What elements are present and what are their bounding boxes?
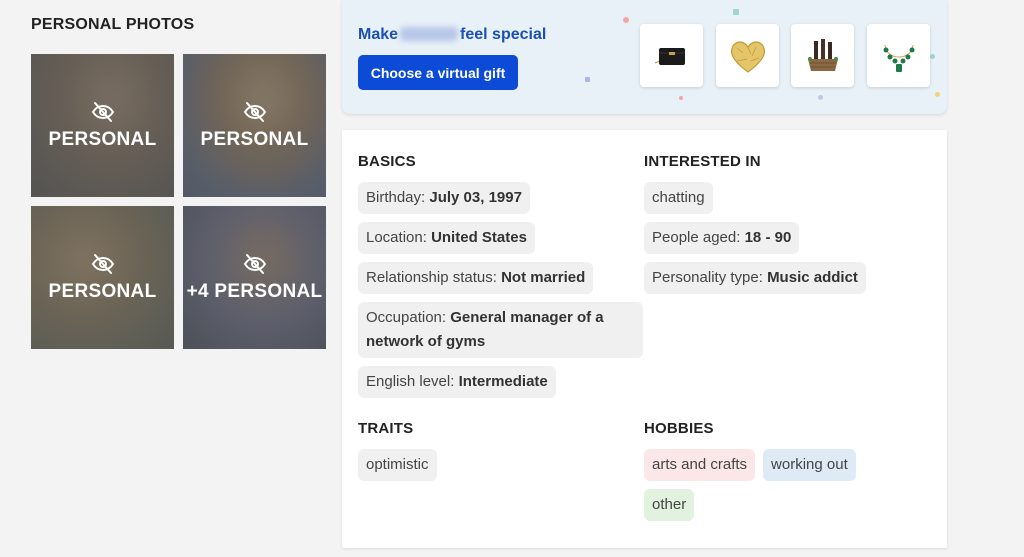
personal-photo-more[interactable]: +4 PERSONAL [183, 206, 326, 349]
virtual-gift-banner: Make feel special Choose a virtual gift [342, 0, 947, 114]
confetti-dot [585, 77, 590, 82]
personal-photo-label: +4 PERSONAL [186, 280, 323, 302]
personal-photo-label: PERSONAL [200, 128, 309, 150]
confetti-dot [623, 17, 629, 23]
hobbies-section: HOBBIES arts and crafts working out othe… [644, 420, 929, 521]
basics-location: Location: United States [358, 222, 535, 254]
emerald-necklace-icon [883, 44, 914, 72]
profile-info-card: BASICS Birthday: July 03, 1997 Location:… [342, 130, 947, 548]
interested-in-title: INTERESTED IN [644, 153, 761, 170]
personal-photo-label: PERSONAL [48, 280, 157, 302]
gift-emerald-necklace[interactable] [867, 24, 930, 87]
gift-golden-heart[interactable] [716, 24, 779, 87]
confetti-dot [930, 54, 935, 59]
hobby-chip: other [644, 489, 695, 521]
golden-heart-icon [730, 40, 765, 73]
gift-heading-end: feel special [460, 26, 547, 43]
confetti-dot [733, 9, 739, 15]
hobbies-title: HOBBIES [644, 420, 714, 437]
gift-handbag[interactable] [640, 24, 703, 87]
personal-photo-label: PERSONAL [48, 128, 157, 150]
basics-birthday: Birthday: July 03, 1997 [358, 182, 530, 214]
confetti-dot [679, 96, 683, 100]
traits-title: TRAITS [358, 420, 414, 437]
traits-section: TRAITS optimistic [358, 420, 643, 481]
eye-slash-icon [243, 253, 266, 274]
interest-personality-type: Personality type: Music addict [644, 262, 866, 294]
personal-photo-2[interactable]: PERSONAL [183, 54, 326, 197]
gift-heading-start: Make [358, 26, 399, 43]
basics-english-level: English level: Intermediate [358, 366, 556, 398]
eye-slash-icon [243, 101, 266, 122]
confetti-dot [935, 92, 940, 97]
choose-virtual-gift-button[interactable]: Choose a virtual gift [358, 55, 518, 90]
gift-heading: Make feel special [358, 26, 546, 44]
trait-chip: optimistic [358, 449, 437, 481]
interest-people-aged: People aged: 18 - 90 [644, 222, 800, 254]
eye-slash-icon [91, 101, 114, 122]
gift-wine-basket[interactable] [791, 24, 854, 87]
interest-chatting: chatting [644, 182, 713, 214]
personal-photo-3[interactable]: PERSONAL [31, 206, 174, 349]
basics-title: BASICS [358, 153, 416, 170]
interested-in-section: INTERESTED IN chatting People aged: 18 -… [644, 153, 929, 294]
blurred-name [400, 27, 459, 41]
personal-photos-title: PERSONAL PHOTOS [31, 16, 195, 33]
confetti-dot [818, 95, 823, 100]
handbag-icon [654, 47, 685, 65]
hobby-chip: arts and crafts [644, 449, 756, 481]
basics-occupation: Occupation: General manager of a network… [358, 302, 643, 358]
basics-relationship-status: Relationship status: Not married [358, 262, 594, 294]
personal-photos-grid: PERSONAL PERSONAL PERSONAL +4 PERSONAL [31, 54, 327, 350]
wine-basket-icon [807, 38, 838, 71]
personal-photo-1[interactable]: PERSONAL [31, 54, 174, 197]
basics-section: BASICS Birthday: July 03, 1997 Location:… [358, 153, 643, 398]
eye-slash-icon [91, 253, 114, 274]
hobby-chip: working out [763, 449, 856, 481]
